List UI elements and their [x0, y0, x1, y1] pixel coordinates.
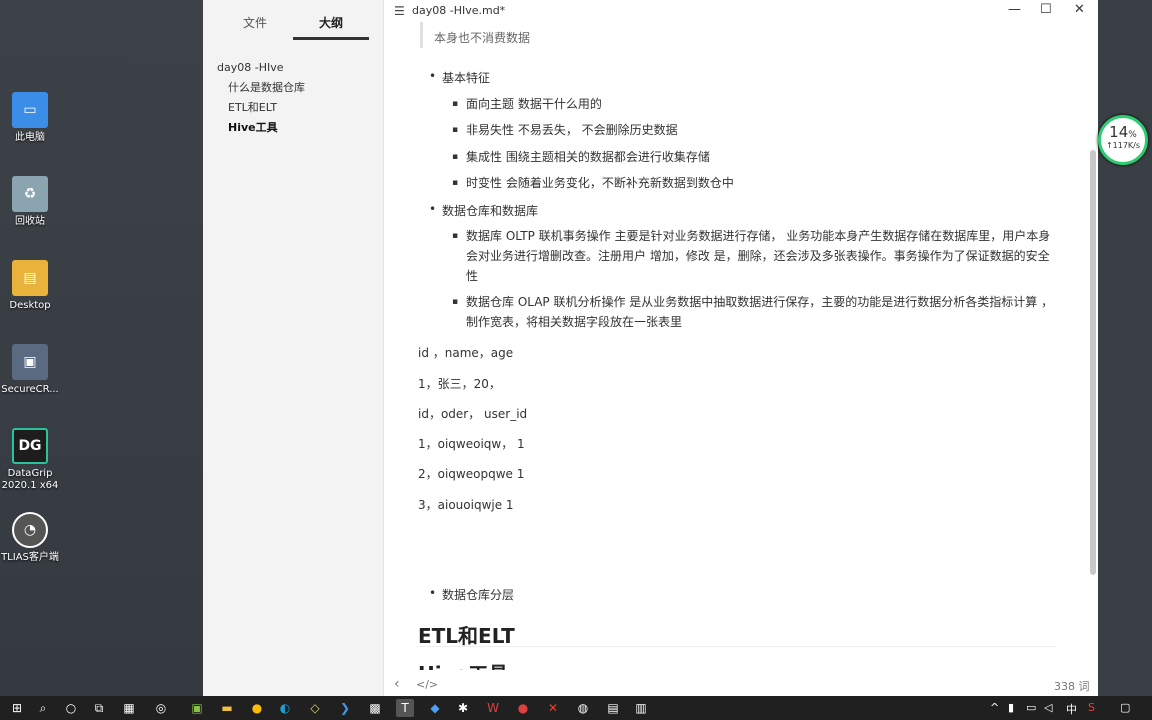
outline-item-hive[interactable]: Hive工具	[217, 118, 383, 138]
desktop-icon-label: 此电脑	[15, 132, 45, 143]
heading-hive: Hive工具	[418, 658, 508, 670]
microphone-icon[interactable]: ▮	[1008, 701, 1014, 714]
desktop-icon-label: 回收站	[15, 216, 45, 227]
titlebar: ☰ day08 -HIve.md* — ☐ ✕	[384, 0, 1098, 22]
task-view-icon[interactable]: ⧉	[90, 699, 108, 717]
upload-speed: ↑117K/s	[1105, 141, 1141, 150]
tlias-icon: ◔	[12, 512, 48, 548]
list-item: 面向主题 数据干什么用的	[452, 94, 1058, 114]
desktop-icon-computer[interactable]: ▭ 此电脑	[0, 92, 60, 144]
window-title: day08 -HIve.md*	[412, 4, 506, 17]
outline-list: day08 -HIve 什么是数据仓库 ETL和ELT Hive工具	[203, 40, 383, 138]
scrollbar-thumb[interactable]	[1090, 150, 1096, 575]
sidebar-tabs: 文件 大纲	[203, 0, 383, 40]
folder-icon[interactable]: ▬	[218, 699, 236, 717]
paragraph: id，oder， user_id	[418, 407, 528, 421]
desktop-icon-securecrt[interactable]: ▣ SecureCR...	[0, 344, 60, 396]
list-item: 非易失性 不易丢失， 不会删除历史数据	[452, 120, 1058, 140]
outline-item-etl-elt[interactable]: ETL和ELT	[217, 98, 383, 118]
desktop-icon-datagrip[interactable]: DG DataGrip 2020.1 x64	[0, 428, 60, 492]
chrome-icon[interactable]: ●	[248, 699, 266, 717]
notification-icon[interactable]: ▢	[1120, 701, 1130, 714]
wps-icon[interactable]: W	[484, 699, 502, 717]
folder-icon: ▤	[12, 260, 48, 296]
xmind-icon[interactable]: ✕	[544, 699, 562, 717]
sidebar-toggle-icon[interactable]: ‹	[394, 676, 400, 692]
statusbar: ‹ </> 338 词	[384, 672, 1098, 696]
app-tray-icon[interactable]: S	[1088, 701, 1095, 714]
bullet-compare: 数据仓库和数据库	[429, 202, 538, 219]
edge-icon[interactable]: ◐	[276, 699, 294, 717]
windows-start-icon[interactable]: ⊞	[8, 699, 26, 717]
list-item: 数据仓库 OLAP 联机分析操作 是从业务数据中抽取数据进行保存，主要的功能是进…	[452, 292, 1058, 332]
desktop-icon-recycle-bin[interactable]: ♻ 回收站	[0, 176, 60, 228]
desktop-icon-label: SecureCR...	[1, 384, 59, 395]
blockquote: 本身也不消费数据	[420, 28, 1058, 48]
network-icon[interactable]: ▭	[1026, 701, 1036, 714]
securecrt-icon: ▣	[12, 344, 48, 380]
desktop-icon-label: TLIAS客户端	[1, 552, 59, 563]
outline-item-day08[interactable]: day08 -HIve	[217, 58, 383, 78]
tab-outline[interactable]: 大纲	[293, 14, 369, 40]
editor-content[interactable]: 本身也不消费数据 基本特征 面向主题 数据干什么用的 非易失性 不易丢失， 不会…	[418, 22, 1058, 670]
pycharm-icon[interactable]: ▩	[366, 699, 384, 717]
heading-divider	[418, 646, 1056, 647]
datagrip-icon: DG	[12, 428, 48, 464]
desktop-icon-tlias[interactable]: ◔ TLIAS客户端	[0, 512, 60, 564]
app-icon[interactable]: ●	[514, 699, 532, 717]
outline-item-data-warehouse[interactable]: 什么是数据仓库	[217, 78, 383, 98]
cpu-percent: 14%	[1109, 123, 1137, 141]
desktop-icon-label: Desktop	[9, 300, 51, 311]
app-icon[interactable]: ◇	[306, 699, 324, 717]
paragraph: 1，oiqweoiqw， 1	[418, 437, 525, 451]
app-icon[interactable]: ✱	[454, 699, 472, 717]
app-icon[interactable]: ▤	[604, 699, 622, 717]
desktop: ▭ 此电脑 ♻ 回收站 ▤ Desktop ▣ SecureCR... DG D…	[0, 0, 203, 696]
app-icon[interactable]: ▦	[120, 699, 138, 717]
network-speed-widget[interactable]: 14% ↑117K/s	[1098, 115, 1148, 165]
maximize-button[interactable]: ☐	[1040, 2, 1052, 17]
paragraph: 1，张三，20，	[418, 377, 501, 391]
app-icon[interactable]: ◎	[152, 699, 170, 717]
vscode-icon[interactable]: ❯	[336, 699, 354, 717]
paragraph: id ，name，age	[418, 346, 514, 360]
word-count[interactable]: 338 词	[1054, 678, 1090, 694]
desktop-icon-label: DataGrip 2020.1 x64	[1, 468, 59, 491]
paragraph: 2，oiqweopqwe 1	[418, 467, 525, 481]
search-icon[interactable]: ⌕	[34, 699, 52, 717]
tab-files[interactable]: 文件	[217, 14, 293, 40]
menu-icon[interactable]: ☰	[394, 4, 405, 18]
app-icon[interactable]: ▣	[188, 699, 206, 717]
list-item: 数据库 OLTP 联机事务操作 主要是针对业务数据进行存储， 业务功能本身产生数…	[452, 226, 1058, 286]
close-button[interactable]: ✕	[1074, 2, 1085, 17]
list-item: 时变性 会随着业务变化，不断补充新数据到数仓中	[452, 173, 1058, 193]
typora-icon[interactable]: T	[396, 699, 414, 717]
sidebar: 文件 大纲 day08 -HIve 什么是数据仓库 ETL和ELT Hive工具	[203, 0, 384, 696]
typora-window: 文件 大纲 day08 -HIve 什么是数据仓库 ETL和ELT Hive工具…	[203, 0, 1098, 696]
minimize-button[interactable]: —	[1008, 2, 1021, 17]
input-method-indicator[interactable]: 中	[1066, 701, 1077, 717]
cortana-icon[interactable]: ○	[62, 699, 80, 717]
app-icon[interactable]: ◍	[574, 699, 592, 717]
bullet-features: 基本特征	[429, 69, 490, 86]
source-mode-icon[interactable]: </>	[416, 678, 438, 691]
desktop-icon-desktop-folder[interactable]: ▤ Desktop	[0, 260, 60, 312]
taskbar: ⊞ ⌕ ○ ⧉ ▦ ◎ ▣ ▬ ● ◐ ◇ ❯ ▩ T ◆ ✱ W ● ✕ ◍ …	[0, 696, 1152, 720]
app-icon[interactable]: ◆	[426, 699, 444, 717]
tray-expand-icon[interactable]: ^	[990, 701, 999, 714]
volume-icon[interactable]: ◁	[1044, 701, 1052, 714]
bullet-layers: 数据仓库分层	[429, 586, 514, 603]
computer-icon: ▭	[12, 92, 48, 128]
paragraph: 3，aiouoiqwje 1	[418, 498, 514, 512]
datagrip-icon[interactable]: ▥	[632, 699, 650, 717]
recycle-bin-icon: ♻	[12, 176, 48, 212]
list-item: 集成性 围绕主题相关的数据都会进行收集存储	[452, 147, 1058, 167]
heading-etl-elt: ETL和ELT	[418, 624, 515, 648]
